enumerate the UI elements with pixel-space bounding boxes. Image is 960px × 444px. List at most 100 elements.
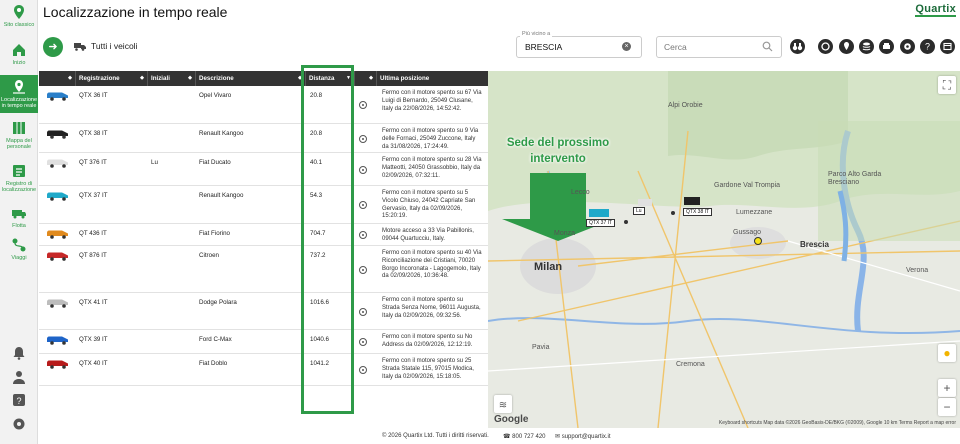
registration: QT 376 IT (79, 159, 107, 166)
table-row[interactable]: QT 376 IT Lu Fiat Ducato 40.1 Fermo con il m… (39, 153, 488, 186)
table-row[interactable]: QTX 38 IT Renault Kangoo 20.8 Fermo con il … (39, 124, 488, 153)
table-row[interactable]: QTX 40 IT Fiat Doblo 1041.2 Fermo con il mo… (39, 354, 488, 386)
col-last-position[interactable]: Ultima posizione (377, 71, 488, 86)
locate-icon[interactable] (359, 201, 367, 209)
map-layers-button[interactable]: ≋ (494, 395, 512, 413)
col-position-icon[interactable]: ◆ (355, 71, 377, 86)
vehicle-icon (47, 299, 68, 308)
map-city: Pavia (532, 344, 550, 351)
zoom-out-button[interactable]: − (938, 398, 956, 416)
last-position: Motore acceso a 33 Via Pabillonis, 09044… (382, 228, 474, 242)
map-city: Gardone Val Trompia (714, 182, 781, 189)
col-distance[interactable]: Distanza ▼ (306, 71, 355, 86)
table-row[interactable]: QTX 36 IT Opel Vivaro 20.8 Fermo con il mot… (39, 86, 488, 124)
col-label: Iniziali (151, 75, 170, 82)
vehicle-icon (47, 130, 68, 139)
map-city: Milan (534, 261, 563, 273)
circle-button[interactable] (818, 39, 833, 54)
registration: QTX 41 IT (79, 299, 108, 306)
sidebar-item-trips[interactable]: Viaggi (0, 237, 38, 263)
sidebar-item-log[interactable]: Registro di localizzazione (0, 163, 38, 195)
vehicle-icon (47, 192, 68, 201)
binoculars-button[interactable] (790, 39, 805, 54)
locate-icon[interactable] (359, 338, 367, 346)
vehicle-label[interactable]: QTX 38 IT (683, 208, 713, 216)
go-button[interactable]: ➜ (43, 37, 63, 57)
col-registration[interactable]: Registrazione ◆ (76, 71, 148, 86)
map-city: Gussago (733, 229, 762, 236)
sidebar-item-classic[interactable]: Sito classico (0, 4, 38, 30)
last-position: Fermo con il motore spento su 25 Strada … (382, 358, 474, 380)
help-icon[interactable]: ? (11, 392, 27, 408)
window-icon (943, 42, 952, 51)
map-attribution[interactable]: Keyboard shortcuts Map data ©2026 GeoBas… (719, 420, 956, 426)
last-position: Fermo con il motore spento su 28 Via Mat… (382, 157, 482, 179)
table-row[interactable]: QT 436 IT Fiat Fiorino 704.7 Motore acceso … (39, 224, 488, 246)
search-input[interactable]: Cerca (664, 42, 687, 52)
sidebar-item-label: Flotta (12, 223, 26, 229)
sidebar-item-staff-map[interactable]: Mappa del personale (0, 120, 38, 152)
locate-icon[interactable] (359, 231, 367, 239)
sidebar-item-label: Localizzazione in tempo reale (0, 97, 38, 109)
sidebar-item-fleet[interactable]: Flotta (0, 205, 38, 229)
table-row[interactable]: QTX 37 IT Renault Kangoo 54.3 Fermo con il … (39, 186, 488, 224)
locate-icon[interactable] (359, 166, 367, 174)
table-row[interactable]: QTX 39 IT Ford C-Max 1040.6 Fermo con il mo… (39, 330, 488, 354)
registration: QT 876 IT (79, 252, 107, 259)
pin-button[interactable] (839, 39, 854, 54)
locate-icon[interactable] (359, 308, 367, 316)
gear-button[interactable] (900, 39, 915, 54)
print-icon (883, 43, 890, 49)
layers-button[interactable] (859, 39, 874, 54)
map-background (488, 71, 960, 428)
registration: QTX 36 IT (79, 92, 108, 99)
zoom-in-button[interactable]: + (938, 379, 956, 397)
fullscreen-icon: ⛶ (942, 78, 952, 92)
vehicle-label[interactable]: QTX 37 IT (586, 219, 616, 227)
distance: 40.1 (310, 159, 323, 166)
fullscreen-button[interactable]: ⛶ (938, 76, 956, 94)
locate-icon[interactable] (359, 266, 367, 274)
distance: 1041.2 (310, 360, 329, 367)
sidebar-item-realtime[interactable]: Localizzazione in tempo reale (0, 75, 38, 113)
locate-icon[interactable] (359, 135, 367, 143)
search-icon[interactable] (762, 41, 773, 52)
table-row[interactable]: QTX 41 IT Dodge Polara 1016.6 Fermo con il … (39, 293, 488, 330)
log-icon (13, 165, 25, 177)
map-city: Cremona (676, 361, 705, 368)
sidebar-item-label: Sito classico (3, 22, 35, 28)
clear-icon[interactable]: × (622, 42, 631, 51)
phone-link[interactable]: ☎ 800 727 420 (503, 433, 546, 440)
user-icon[interactable] (11, 369, 27, 385)
print-button[interactable] (879, 39, 894, 54)
copyright: © 2026 Quartix Ltd. Tutti i diritti rise… (382, 433, 489, 439)
help-button[interactable]: ? (920, 39, 935, 54)
vehicles-filter[interactable]: Tutti i veicoli (74, 41, 137, 52)
col-initials[interactable]: Iniziali ◆ (148, 71, 196, 86)
page-title: Localizzazione in tempo reale (43, 4, 228, 20)
map[interactable]: Alpi Orobie Lecco Lumezzane Gardone Val … (488, 71, 960, 428)
near-input[interactable]: BRESCIA (525, 42, 562, 52)
streetview-button[interactable]: ● (938, 344, 956, 362)
locate-icon[interactable] (359, 366, 367, 374)
col-vehicle-image[interactable]: ◆ (39, 71, 76, 86)
vehicle-label[interactable]: Lu (633, 207, 645, 215)
col-label: Descrizione (199, 75, 234, 82)
email-link[interactable]: ✉ support@quartix.it (555, 433, 610, 440)
map-city: Lecco (571, 189, 590, 196)
last-position: Fermo con il motore spento su 67 Via Lui… (382, 90, 482, 112)
window-button[interactable] (940, 39, 955, 54)
description: Opel Vivaro (199, 92, 232, 99)
sidebar-item-home[interactable]: Inizio (0, 42, 38, 68)
last-position: Fermo con il motore spento su 40 Via Ric… (382, 250, 482, 280)
bell-icon[interactable] (11, 345, 27, 361)
col-description[interactable]: Descrizione ◆ (196, 71, 306, 86)
locate-icon[interactable] (359, 101, 367, 109)
map-city: Brescia (800, 240, 829, 249)
arrow-right-icon: ➜ (48, 41, 58, 53)
map-city: Lumezzane (736, 209, 773, 216)
email-address: support@quartix.it (561, 434, 611, 440)
distance: 20.8 (310, 92, 323, 99)
quartix-logo: Quartix (915, 3, 956, 17)
table-row[interactable]: QT 876 IT Citroen 737.2 Fermo con il motore… (39, 246, 488, 293)
